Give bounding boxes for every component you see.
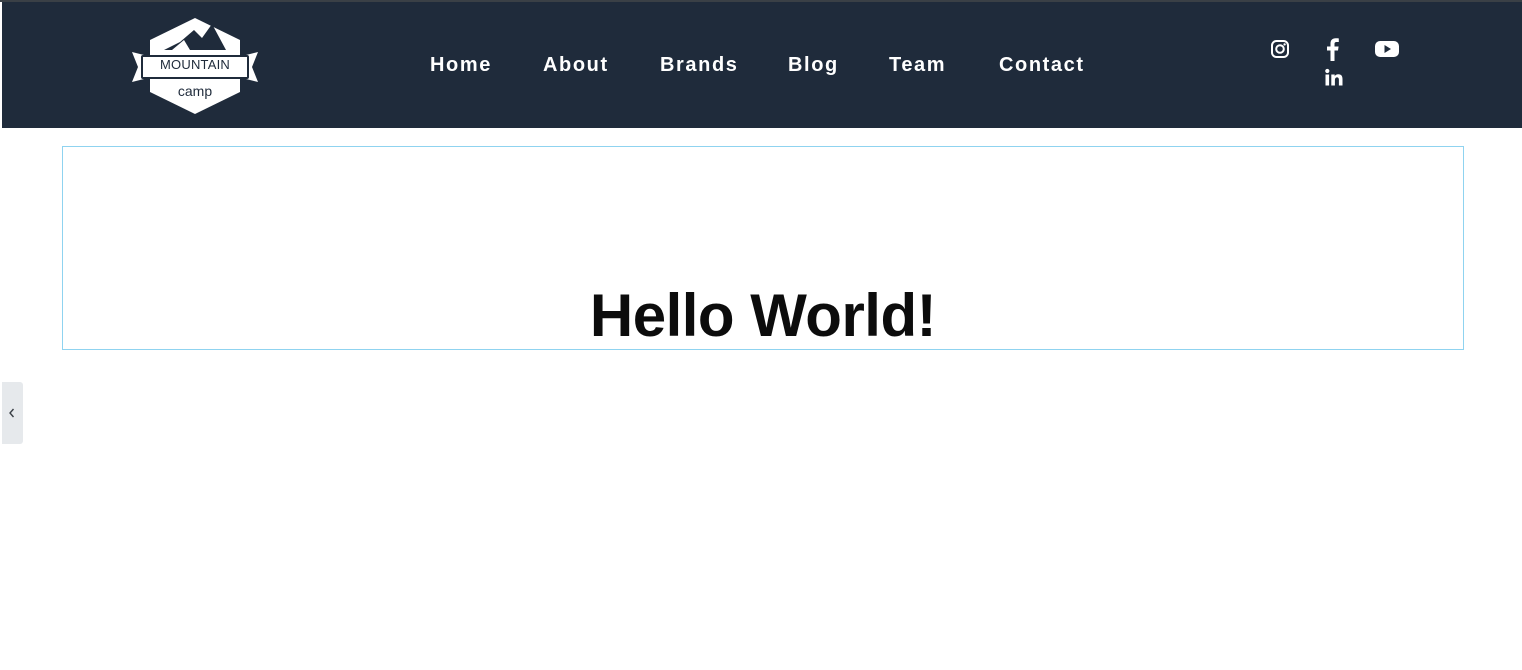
site-header: MOUNTAIN camp Home About Brands Blog Tea… — [2, 2, 1522, 128]
mountain-camp-logo[interactable]: MOUNTAIN camp — [128, 16, 262, 116]
nav-item-contact[interactable]: Contact — [999, 54, 1085, 77]
nav-item-home[interactable]: Home — [430, 54, 492, 77]
nav-item-team[interactable]: Team — [889, 54, 946, 77]
logo-text-mountain: MOUNTAIN — [160, 57, 230, 72]
instagram-icon[interactable] — [1270, 39, 1290, 59]
nav-item-blog[interactable]: Blog — [788, 54, 839, 77]
content-section: Hello World! — [62, 146, 1464, 350]
youtube-icon[interactable] — [1374, 39, 1400, 59]
nav-item-about[interactable]: About — [543, 54, 609, 77]
page-heading: Hello World! — [589, 282, 937, 349]
facebook-icon[interactable] — [1324, 37, 1340, 61]
linkedin-icon[interactable] — [1324, 68, 1344, 88]
logo-text-camp: camp — [177, 83, 213, 99]
panel-toggle-button[interactable] — [2, 382, 23, 444]
chevron-left-icon — [9, 408, 15, 418]
nav-item-brands[interactable]: Brands — [660, 54, 739, 77]
